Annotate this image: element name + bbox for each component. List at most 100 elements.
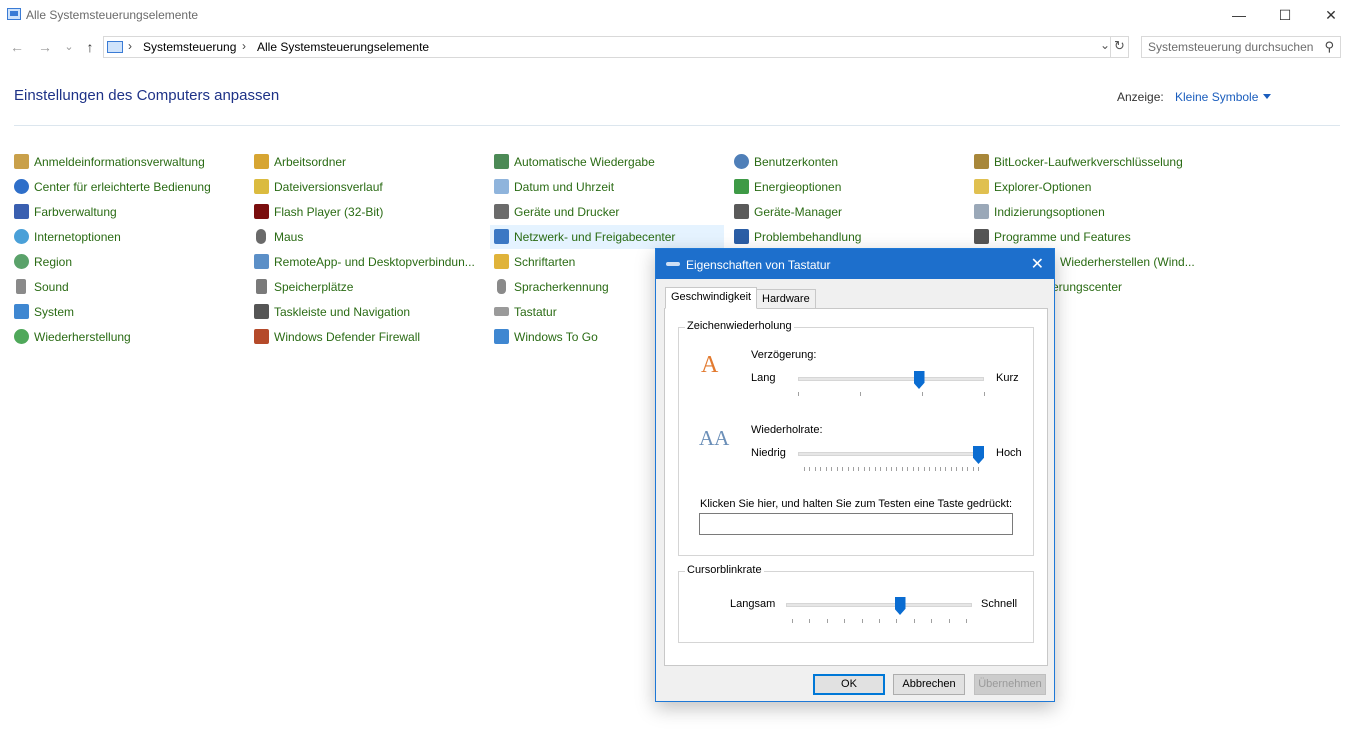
item-dateiversionsverlauf[interactable]: Dateiversionsverlauf (254, 177, 474, 199)
item-flash-player[interactable]: Flash Player (32-Bit) (254, 202, 474, 224)
search-input[interactable] (1142, 37, 1318, 57)
rate-slider-track[interactable] (798, 452, 984, 456)
slider-tick (852, 467, 854, 471)
rate-slider-ticks (804, 467, 979, 471)
item-anmeldeinformationsverwaltung[interactable]: Anmeldeinformationsverwaltung (14, 152, 234, 174)
delay-slider-track[interactable] (798, 377, 984, 381)
blink-slider-thumb[interactable] (894, 597, 906, 615)
item-datum-uhrzeit[interactable]: Datum und Uhrzeit (494, 177, 714, 199)
slider-tick (891, 467, 892, 471)
recent-locations-icon[interactable]: ⌄ (60, 37, 78, 57)
item-remoteapp[interactable]: RemoteApp- und Desktopverbindun... (254, 252, 484, 274)
ok-button[interactable]: OK (813, 674, 885, 695)
item-taskleiste[interactable]: Taskleiste und Navigation (254, 302, 474, 324)
cancel-button[interactable]: Abbrechen (893, 674, 965, 695)
blink-min-label: Langsam (730, 598, 776, 610)
apply-button[interactable]: Übernehmen (974, 674, 1046, 695)
search-icon[interactable]: ⚲ (1324, 39, 1334, 55)
item-arbeitsordner[interactable]: Arbeitsordner (254, 152, 474, 174)
breadcrumb-systemsteuerung[interactable]: Systemsteuerung (143, 40, 236, 54)
delay-slider-thumb[interactable] (913, 371, 925, 389)
close-button[interactable]: ✕ (1308, 0, 1354, 30)
view-mode-dropdown[interactable]: Kleine Symbole (1175, 90, 1272, 104)
item-tastatur[interactable]: Tastatur (494, 302, 654, 324)
item-system[interactable]: System (14, 302, 234, 324)
up-arrow-icon[interactable]: ↑ (81, 37, 99, 57)
delay-label: Verzögerung: (751, 349, 817, 361)
slider-tick (863, 467, 865, 471)
forward-arrow-icon[interactable]: → (36, 37, 54, 57)
item-wiederherstellung[interactable]: Wiederherstellung (14, 327, 234, 349)
slider-tick (860, 392, 861, 396)
slider-tick (967, 467, 969, 471)
repeat-delay-icon: A (701, 352, 719, 378)
item-benutzerkonten[interactable]: Benutzerkonten (734, 152, 954, 174)
recovery-icon (14, 329, 29, 344)
work-folders-icon (254, 154, 269, 169)
slider-tick (896, 619, 898, 623)
slider-tick (901, 467, 903, 471)
dialog-titlebar: Eigenschaften von Tastatur ✕ (656, 249, 1054, 279)
slider-tick (961, 467, 963, 471)
flash-player-icon (254, 204, 269, 219)
tab-hardware[interactable]: Hardware (756, 289, 816, 309)
back-arrow-icon[interactable]: ← (8, 37, 26, 57)
test-input[interactable] (700, 514, 1012, 534)
slider-tick (912, 467, 914, 471)
speaker-icon (16, 279, 26, 294)
maximize-button[interactable]: ☐ (1262, 0, 1308, 30)
item-sicherheitscenter-partial[interactable]: erungscenter (1052, 277, 1172, 299)
item-indizierungsoptionen[interactable]: Indizierungsoptionen (974, 202, 1194, 224)
item-windows-to-go[interactable]: Windows To Go (494, 327, 654, 349)
breadcrumb-all-items[interactable]: Alle Systemsteuerungselemente (257, 40, 429, 54)
item-automatische-wiedergabe[interactable]: Automatische Wiedergabe (494, 152, 714, 174)
address-dropdown-icon[interactable]: ⌄ (1100, 38, 1110, 52)
dialog-close-icon[interactable]: ✕ (1031, 254, 1044, 274)
keyboard-icon (666, 262, 680, 266)
item-internetoptionen[interactable]: Internetoptionen (14, 227, 234, 249)
slider-tick (956, 467, 958, 471)
minimize-button[interactable]: — (1216, 0, 1262, 30)
item-problembehandlung[interactable]: Problembehandlung (734, 227, 954, 249)
test-input-box[interactable] (699, 513, 1013, 535)
item-programme-features[interactable]: Programme und Features (974, 227, 1194, 249)
item-geraete-manager[interactable]: Geräte-Manager (734, 202, 954, 224)
slider-tick (907, 467, 909, 471)
item-schriftarten[interactable]: Schriftarten (494, 252, 654, 274)
blink-max-label: Schnell (981, 598, 1018, 610)
item-farbverwaltung[interactable]: Farbverwaltung (14, 202, 234, 224)
item-maus[interactable]: Maus (254, 227, 474, 249)
item-bitlocker[interactable]: BitLocker-Laufwerkverschlüsselung (974, 152, 1204, 174)
item-explorer-optionen[interactable]: Explorer-Optionen (974, 177, 1194, 199)
slider-tick (984, 392, 985, 396)
blink-slider-track[interactable] (786, 603, 972, 607)
item-spracherkennung[interactable]: Spracherkennung (494, 277, 654, 299)
slider-tick (809, 467, 811, 471)
rate-max-label: Hoch (996, 447, 1022, 459)
item-energieoptionen[interactable]: Energieoptionen (734, 177, 954, 199)
slider-tick (931, 619, 933, 623)
refresh-icon[interactable]: ↻ (1110, 36, 1128, 58)
item-speicherplaetze[interactable]: Speicherplätze (254, 277, 474, 299)
search-box[interactable]: ⚲ (1141, 36, 1341, 58)
network-icon (494, 229, 509, 244)
item-netzwerk-freigabecenter[interactable]: Netzwerk- und Freigabecenter (490, 225, 724, 249)
slider-tick (861, 619, 863, 623)
repeat-rate-icon: AA (699, 426, 730, 450)
item-wiederherstellen-partial[interactable]: Wiederherstellen (Wind... (1060, 252, 1210, 274)
slider-tick (842, 467, 844, 471)
slider-tick (929, 467, 931, 471)
item-erleichterte-bedienung[interactable]: Center für erleichterte Bedienung (14, 177, 234, 199)
slider-tick (869, 467, 871, 471)
item-firewall[interactable]: Windows Defender Firewall (254, 327, 474, 349)
item-sound[interactable]: Sound (14, 277, 234, 299)
printer-icon (494, 204, 509, 219)
item-geraete-drucker[interactable]: Geräte und Drucker (494, 202, 714, 224)
tab-geschwindigkeit[interactable]: Geschwindigkeit (665, 287, 758, 309)
rate-slider-thumb[interactable] (973, 446, 984, 464)
item-region[interactable]: Region (14, 252, 234, 274)
windows-to-go-icon (494, 329, 509, 344)
globe-icon (14, 254, 29, 269)
address-bar[interactable]: › Systemsteuerung › Alle Systemsteuerung… (103, 36, 1129, 58)
delay-slider-ticks (798, 392, 985, 396)
